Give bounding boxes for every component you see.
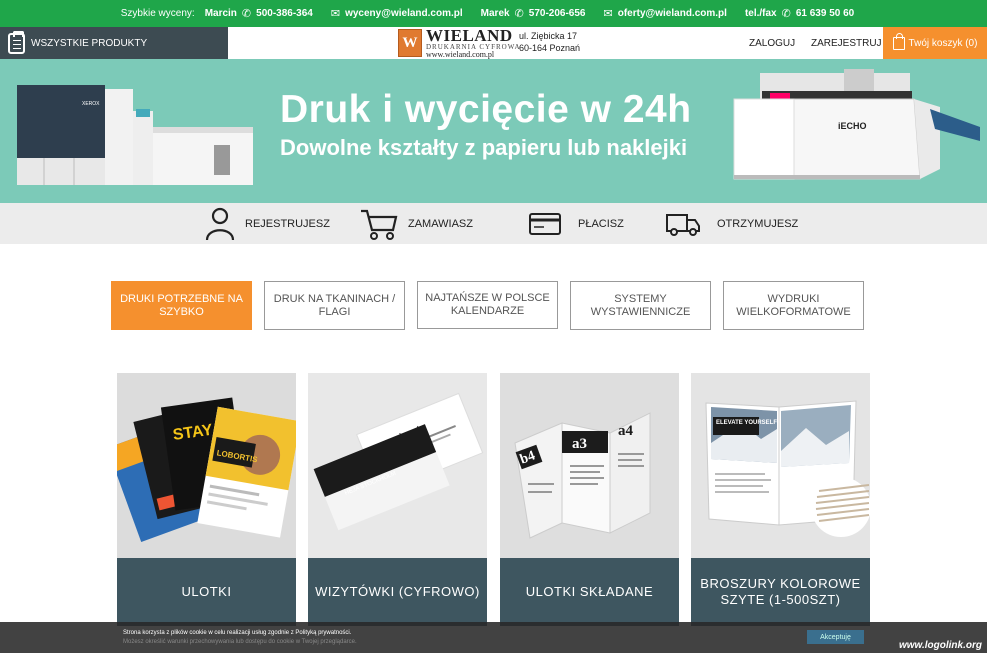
category-large-format[interactable]: WYDRUKI WIELKOFORMATOWE [723, 281, 864, 330]
contact-name: Marek [480, 8, 510, 19]
login-link[interactable]: ZALOGUJ [749, 27, 795, 59]
user-icon [205, 207, 235, 240]
contact-marek: Marek ✆ 570-206-656 [481, 7, 586, 20]
all-products-label: WSZYSTKIE PRODUKTY [31, 37, 148, 49]
logo-brand: WIELAND [426, 26, 513, 45]
clipboard-icon [8, 30, 25, 54]
brochures-image: ELEVATE YOURSELF [691, 373, 870, 558]
product-label: BROSZURY KOLOROWE SZYTE (1-500SZT) [691, 558, 870, 626]
all-products-button[interactable]: WSZYSTKIE PRODUKTY [0, 27, 228, 59]
product-label: ULOTKI [117, 558, 296, 626]
format-a4: a4 [618, 423, 634, 439]
category-calendars[interactable]: NAJTAŃSZE W POLSCE KALENDARZE [417, 281, 558, 329]
phone-icon: ✆ [241, 8, 252, 20]
flyers-image: STAY LOBORTIS [117, 373, 296, 558]
step-order: ZAMAWIASZ [360, 203, 473, 244]
category-quick-prints[interactable]: DRUKI POTRZEBNE NA SZYBKO [111, 281, 252, 330]
logo-mark-icon: W [398, 29, 422, 57]
category-exhibition-systems[interactable]: SYSTEMY WYSTAWIENNICZE [570, 281, 711, 330]
step-pay: PŁACISZ [528, 203, 624, 244]
contact-email[interactable]: oferty@wieland.com.pl [618, 8, 727, 19]
contact-fax: tel./fax ✆ 61 639 50 60 [745, 7, 854, 20]
top-contact-bar: Szybkie wyceny: Marcin ✆ 500-386-364 ✉ w… [0, 0, 987, 27]
address-city: 60-164 Poznań [519, 43, 581, 53]
cart-icon [361, 209, 398, 240]
hero-banner[interactable]: XEROX Druk i wycięcie w 24h Dowolne kszt… [0, 59, 987, 203]
business-cards-image: HEJA STOCKHOLM [308, 373, 487, 558]
category-fabric-flags[interactable]: DRUK NA TKANINACH / FLAGI [264, 281, 405, 330]
contact-marcin: Marcin ✆ 500-386-364 [205, 7, 313, 20]
phone-icon: ✆ [514, 8, 524, 20]
truck-icon [666, 213, 700, 236]
banner-title: Druk i wycięcie w 24h [280, 88, 692, 131]
fax-label: tel./fax [744, 8, 777, 19]
shopping-bag-icon [892, 32, 905, 50]
iecho-brand: iECHO [838, 121, 867, 131]
order-steps-bar: REJESTRUJESZ ZAMAWIASZ PŁACISZ OTRZYMUJE… [0, 203, 987, 244]
format-a3: a3 [572, 436, 587, 452]
address-street: ul. Ziębicka 17 [519, 31, 578, 41]
address: ul. Ziębicka 17 60-164 Poznań [519, 30, 580, 54]
product-label: ULOTKI SKŁADANE [500, 558, 679, 626]
fax-number[interactable]: 61 639 50 60 [796, 8, 854, 19]
banner-subtitle: Dowolne kształty z papieru lub naklejki [280, 135, 688, 160]
cookie-text-secondary: Możesz określić warunki przechowywania l… [123, 639, 357, 645]
step-label: REJESTRUJESZ [245, 217, 330, 230]
cookie-accept-button[interactable]: Akceptuję [807, 630, 864, 644]
step-label: ZAMAWIASZ [408, 217, 473, 230]
xerox-brand: XEROX [82, 101, 100, 107]
mail-icon: ✉ [603, 8, 613, 20]
spread-title: ELEVATE YOURSELF [716, 420, 777, 426]
contact-name: Marcin [204, 8, 237, 19]
card-icon [529, 212, 561, 235]
quick-quote-label: Szybkie wyceny: [120, 8, 195, 19]
product-tile-brochures[interactable]: ELEVATE YOURSELF BROSZURY KOLOROWE SZYTE… [691, 373, 870, 626]
product-tile-business-cards[interactable]: HEJA STOCKHOLM WIZYTÓWKI (CYFROWO) [308, 373, 487, 626]
folded-flyers-image: b4 a3 a4 [500, 373, 679, 558]
cart-label: Twój koszyk (0) [908, 37, 978, 49]
mail-icon: ✉ [330, 8, 341, 20]
product-tile-flyers[interactable]: STAY LOBORTIS ULOTKI [117, 373, 296, 626]
contact-email-1[interactable]: ✉ wyceny@wieland.com.pl [331, 7, 463, 20]
step-receive: OTRZYMUJESZ [665, 203, 798, 244]
site-logo[interactable]: W WIELAND DRUKARNIA CYFROWA www.wieland.… [398, 27, 521, 59]
watermark: www.logolink.org [899, 640, 982, 651]
cookie-text: Strona korzysta z plików cookie w celu r… [123, 630, 352, 636]
logo-url: www.wieland.com.pl [426, 50, 495, 59]
iecho-cutter-image: iECHO [733, 69, 980, 180]
step-label: PŁACISZ [578, 217, 624, 230]
register-link[interactable]: ZAREJESTRUJ [811, 27, 882, 59]
product-tile-folded-flyers[interactable]: b4 a3 a4 ULOTKI SKŁADANE [500, 373, 679, 626]
contact-email-2[interactable]: ✉ oferty@wieland.com.pl [604, 7, 727, 20]
step-label: OTRZYMUJESZ [717, 217, 799, 230]
step-register: REJESTRUJESZ [205, 203, 330, 244]
contact-phone[interactable]: 500-386-364 [256, 8, 313, 19]
contact-email[interactable]: wyceny@wieland.com.pl [345, 8, 463, 19]
xerox-printer-image: XEROX [17, 85, 253, 185]
product-label: WIZYTÓWKI (CYFROWO) [308, 558, 487, 626]
phone-icon: ✆ [781, 8, 791, 20]
contact-phone[interactable]: 570-206-656 [529, 8, 586, 19]
site-header: WSZYSTKIE PRODUKTY W WIELAND DRUKARNIA C… [0, 27, 987, 59]
cookie-consent-bar: Strona korzysta z plików cookie w celu r… [0, 622, 987, 653]
cart-button[interactable]: Twój koszyk (0) [883, 27, 987, 59]
